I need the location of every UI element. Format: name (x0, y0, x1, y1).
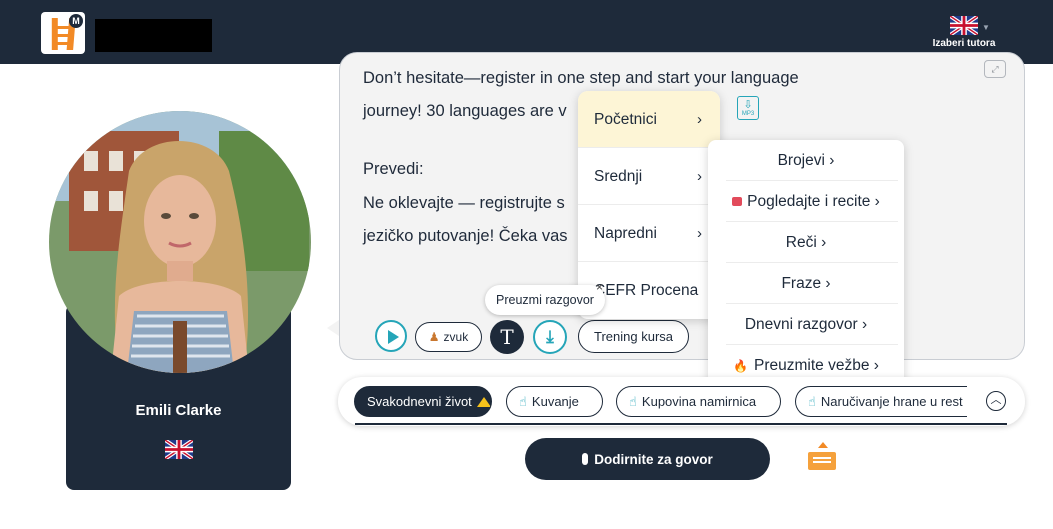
person-icon: ♟ (428, 330, 440, 344)
menu-item-label: CEFR Procena (594, 282, 699, 299)
menu-item-label: Napredni (594, 225, 657, 242)
triangle-up-icon (818, 442, 828, 448)
topic-grocery[interactable]: ☝ Kupovina namirnica (616, 386, 781, 417)
topic-ordering-food[interactable]: ☝ Naručivanje hrane u rest (795, 386, 967, 417)
chat-line: journey! 30 languages are v (363, 102, 567, 120)
redacted-title (95, 19, 212, 52)
mp3-label: MP3 (741, 111, 755, 117)
tutor-name: Emili Clarke (135, 402, 222, 419)
chat-bubble-tail (327, 320, 339, 336)
submenu-item-look-and-say[interactable]: Pogledajte i recite › (708, 181, 904, 222)
beginner-submenu: Brojevi › Pogledajte i recite › Reči › F… (708, 140, 904, 386)
download-icon: ⤓ (546, 327, 554, 346)
microphone-icon (582, 453, 589, 465)
tutor-flag (165, 440, 193, 459)
topic-label: Kuvanje (531, 394, 579, 409)
menu-item-advanced[interactable]: Napredni › (578, 205, 720, 262)
topic-label: Kupovina namirnica (641, 394, 757, 409)
sound-label: zvuk (443, 330, 469, 344)
submenu-label: Pogledajte i recite (747, 193, 871, 210)
red-book-icon (732, 197, 743, 206)
chat-line: jezičko putovanje! Čeka vas (363, 227, 568, 245)
chat-line: Ne oklevajte — registrujte s (363, 194, 565, 212)
menu-item-beginners[interactable]: Početnici › (578, 91, 720, 148)
mp3-download-icon[interactable]: ⇩ MP3 (737, 96, 759, 120)
uk-flag-icon (165, 440, 193, 459)
hand-tap-icon: ☝ (808, 393, 816, 409)
topic-daily-life[interactable]: Svakodnevni život (354, 386, 492, 417)
submenu-label: Preuzmite vežbe (754, 357, 870, 374)
submenu-label: Brojevi (777, 152, 825, 169)
tutor-selector[interactable]: ▼ Izaberi tutora (926, 16, 1002, 49)
course-training-button[interactable]: Trening kursa (578, 320, 689, 353)
submenu-item-daily-conversation[interactable]: Dnevni razgovor › (708, 304, 904, 345)
topic-underline (355, 423, 1007, 425)
topic-label: Svakodnevni život (367, 394, 472, 409)
tutor-avatar (49, 111, 311, 373)
chevron-down-icon: ▼ (982, 23, 990, 32)
download-button[interactable]: ⤓ (533, 320, 567, 354)
chat-line: Don’t hesitate—register in one step and … (363, 69, 799, 87)
chevron-right-icon: › (697, 225, 702, 242)
fullscreen-icon[interactable]: ⤢ (984, 60, 1006, 78)
logo-badge: M (69, 14, 83, 28)
submenu-item-phrases[interactable]: Fraze › (708, 263, 904, 304)
chevron-up-icon[interactable]: ︿ (986, 391, 1006, 411)
menu-item-intermediate[interactable]: Srednji › (578, 148, 720, 205)
uk-flag-icon (950, 16, 978, 35)
chat-line: Prevedi: (363, 160, 424, 178)
play-button[interactable] (375, 320, 407, 352)
text-toggle-label: T (500, 325, 514, 349)
course-training-label: Trening kursa (594, 329, 673, 344)
fire-icon: 🔥 (733, 359, 749, 373)
triangle-up-icon (476, 396, 491, 407)
ladder-rung (55, 26, 71, 29)
download-tooltip: Preuzmi razgovor (485, 285, 605, 315)
submenu-label: Reči (785, 234, 817, 251)
close-icon[interactable]: × (596, 280, 603, 294)
tutor-label: Izaberi tutora (932, 38, 996, 49)
ladder-rung (55, 42, 71, 45)
tap-to-speak-button[interactable]: Dodirnite za govor (525, 438, 770, 480)
menu-item-label: Početnici (594, 111, 657, 128)
speak-label: Dodirnite za govor (594, 451, 713, 467)
sound-button[interactable]: ♟ zvuk (415, 322, 482, 352)
topic-label: Naručivanje hrane u rest (820, 394, 963, 409)
ladder-rung (55, 34, 71, 37)
chevron-right-icon: › (697, 111, 702, 128)
menu-item-label: Srednji (594, 168, 643, 185)
app-logo[interactable]: M (41, 12, 85, 54)
submenu-item-numbers[interactable]: Brojevi › (708, 140, 904, 181)
hand-tap-icon: ☝ (629, 393, 637, 409)
submenu-label: Dnevni razgovor (744, 316, 858, 333)
topic-cooking[interactable]: ☝ Kuvanje (506, 386, 603, 417)
submenu-label: Fraze (781, 275, 822, 292)
chevron-right-icon: › (697, 168, 702, 185)
text-toggle-button[interactable]: T (490, 320, 524, 354)
keyboard-board (808, 452, 836, 470)
hand-tap-icon: ☝ (519, 393, 527, 409)
keyboard-icon[interactable] (808, 442, 836, 472)
submenu-item-words[interactable]: Reči › (708, 222, 904, 263)
